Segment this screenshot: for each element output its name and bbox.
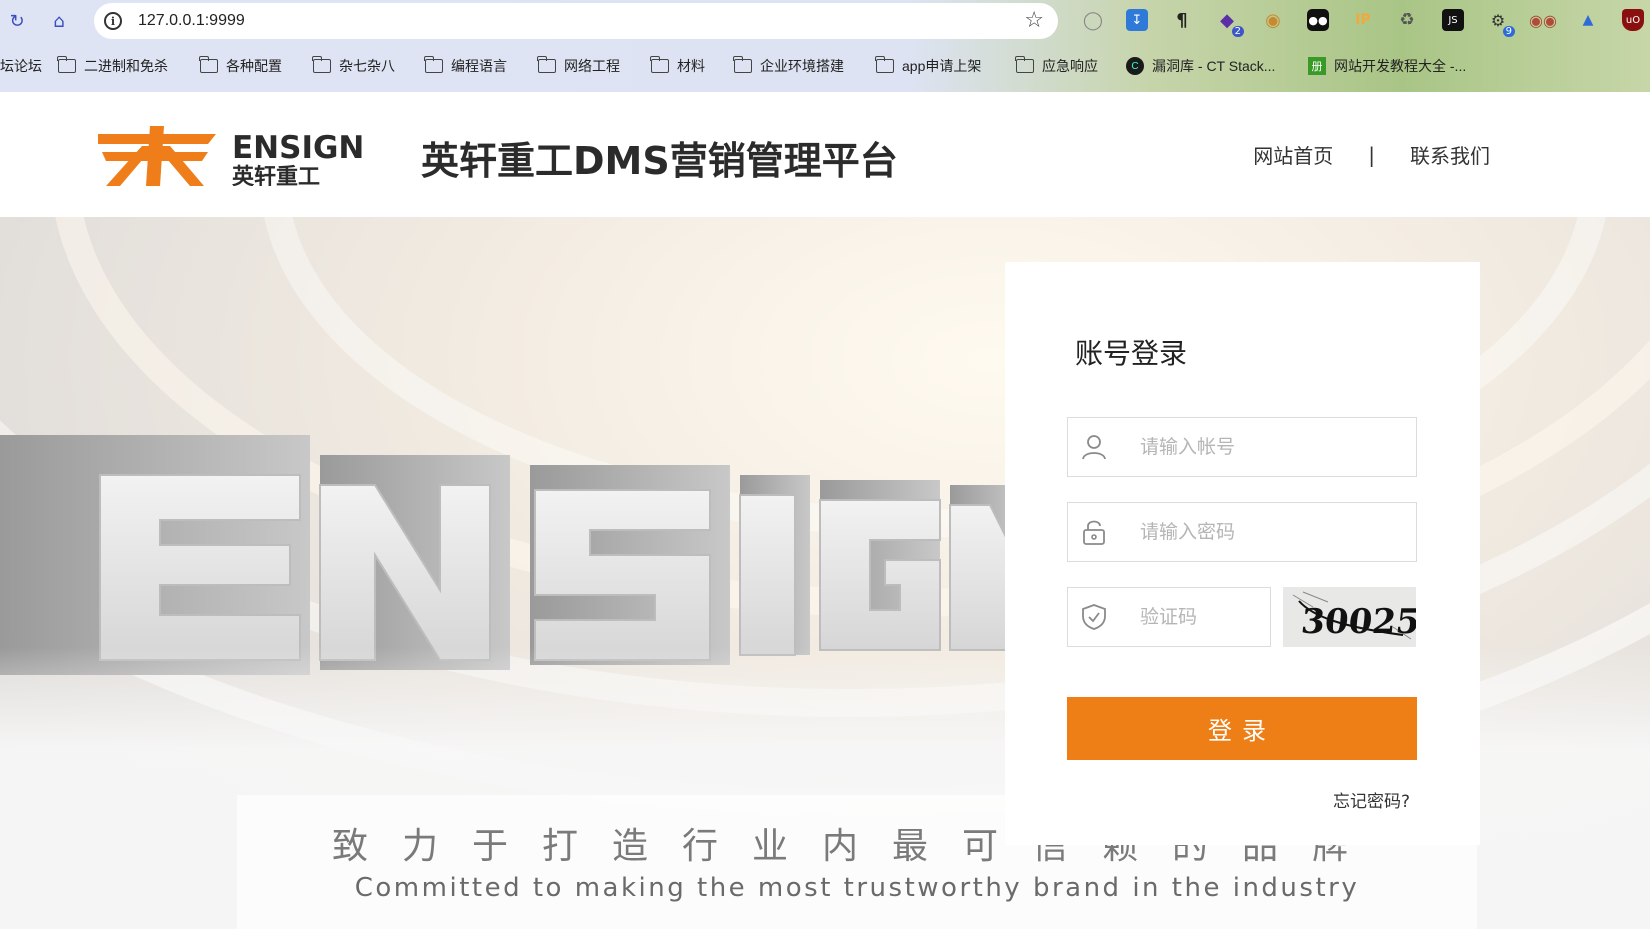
folder-icon bbox=[733, 56, 752, 73]
shield-check-icon bbox=[1082, 604, 1106, 630]
address-row: ↻ ⌂ i 127.0.0.1:9999 ☆ ◯ ↧ ¶ ◆ 2 ◉ ●● IP … bbox=[0, 0, 1650, 40]
recycle-extension-icon[interactable]: ♻ bbox=[1396, 9, 1418, 31]
folder-icon bbox=[199, 56, 218, 73]
bookmarks-bar: 坛论坛 二进制和免杀 各种配置 杂七杂八 编程语言 网络工程 材料 企业环境搭建… bbox=[0, 52, 1650, 82]
reload-icon[interactable]: ↻ bbox=[4, 8, 30, 34]
bookmark-item[interactable]: 坛论坛 bbox=[0, 56, 42, 76]
cookie-extension-icon[interactable]: ◉ bbox=[1262, 9, 1284, 31]
bookmark-label: 各种配置 bbox=[226, 58, 282, 74]
bookmark-label: 编程语言 bbox=[451, 58, 507, 74]
doc-download-extension-icon[interactable]: ↧ bbox=[1126, 9, 1148, 31]
nav-separator: | bbox=[1368, 142, 1375, 167]
spy-glasses-extension-icon[interactable]: ●● bbox=[1307, 9, 1329, 31]
bug-extension-icon[interactable]: ⚙ 9 bbox=[1487, 9, 1515, 37]
green-book-icon: 册 bbox=[1308, 57, 1326, 75]
site-header: ENSIGN 英轩重工 英轩重工DMS营销管理平台 网站首页 | 联系我们 bbox=[0, 92, 1650, 217]
folder-icon bbox=[537, 56, 556, 73]
username-input[interactable] bbox=[1140, 418, 1410, 476]
bookmark-link[interactable]: 册网站开发教程大全 -... bbox=[1308, 56, 1466, 76]
captcha-text: 30025 bbox=[1299, 602, 1416, 642]
logo-wordmark: ENSIGN bbox=[232, 130, 364, 166]
bookmark-folder[interactable]: app申请上架 bbox=[875, 56, 982, 76]
site-info-icon[interactable]: i bbox=[104, 12, 122, 30]
lock-icon bbox=[1083, 520, 1105, 545]
folder-icon bbox=[875, 56, 894, 73]
bookmark-label: 材料 bbox=[677, 58, 705, 74]
bookmark-star-icon[interactable]: ☆ bbox=[1024, 8, 1044, 33]
forgot-password-link[interactable]: 忘记密码? bbox=[1333, 787, 1410, 812]
ublock-shield-icon[interactable]: uO bbox=[1622, 9, 1644, 31]
hero-banner: 致力于打造行业内最可信赖的品牌 Committed to making the … bbox=[0, 217, 1650, 929]
captcha-graphic: 30025 bbox=[1283, 587, 1416, 647]
password-input[interactable] bbox=[1140, 503, 1410, 561]
login-card: 账号登录 请输入帐号 验证码 30025 登录 忘记密码? bbox=[1005, 262, 1480, 845]
folder-icon bbox=[424, 56, 443, 73]
extension-badge: 2 bbox=[1231, 26, 1244, 37]
bookmark-label: app申请上架 bbox=[902, 58, 982, 74]
ensign-logo[interactable]: ENSIGN 英轩重工 bbox=[98, 126, 388, 190]
nav-contact-link[interactable]: 联系我们 bbox=[1410, 140, 1490, 169]
login-button[interactable]: 登录 bbox=[1067, 697, 1417, 760]
bookmark-folder[interactable]: 编程语言 bbox=[424, 56, 507, 76]
logo-chinese-name: 英轩重工 bbox=[232, 164, 320, 186]
bookmark-label: 坛论坛 bbox=[0, 58, 42, 74]
bookmark-label: 网站开发教程大全 -... bbox=[1334, 58, 1467, 74]
extension-badge: 9 bbox=[1502, 26, 1515, 37]
captcha-image[interactable]: 30025 bbox=[1283, 587, 1416, 647]
bookmark-label: 应急响应 bbox=[1042, 58, 1098, 74]
user-icon bbox=[1082, 435, 1106, 460]
browser-toolbar: ↻ ⌂ i 127.0.0.1:9999 ☆ ◯ ↧ ¶ ◆ 2 ◉ ●● IP … bbox=[0, 0, 1650, 92]
bookmark-link[interactable]: C 漏洞库 - CT Stack... bbox=[1126, 56, 1275, 76]
captcha-field[interactable] bbox=[1067, 587, 1271, 647]
bookmark-folder[interactable]: 应急响应 bbox=[1015, 56, 1098, 76]
bookmark-label: 二进制和免杀 bbox=[84, 58, 168, 74]
captcha-input[interactable] bbox=[1140, 588, 1265, 646]
pilcrow-extension-icon[interactable]: ¶ bbox=[1171, 9, 1193, 31]
folder-icon bbox=[57, 56, 76, 73]
address-bar[interactable]: i 127.0.0.1:9999 ☆ bbox=[94, 3, 1058, 39]
js-extension-icon[interactable]: JS bbox=[1442, 9, 1464, 31]
bookmark-folder[interactable]: 网络工程 bbox=[537, 56, 620, 76]
url-text[interactable]: 127.0.0.1:9999 bbox=[138, 12, 245, 30]
folder-icon bbox=[650, 56, 669, 73]
page-title: 英轩重工DMS营销管理平台 bbox=[421, 139, 898, 183]
folder-icon bbox=[1015, 56, 1034, 73]
bookmark-folder[interactable]: 二进制和免杀 bbox=[57, 56, 168, 76]
password-field[interactable] bbox=[1067, 502, 1417, 562]
top-nav: 网站首页 | 联系我们 bbox=[1253, 140, 1490, 169]
bookmark-folder[interactable]: 杂七杂八 bbox=[312, 56, 395, 76]
bookmark-label: 网络工程 bbox=[564, 58, 620, 74]
circle-extension-icon[interactable]: ◯ bbox=[1082, 9, 1104, 31]
folder-icon bbox=[312, 56, 331, 73]
username-field[interactable] bbox=[1067, 417, 1417, 477]
nav-home-link[interactable]: 网站首页 bbox=[1253, 140, 1333, 169]
home-icon[interactable]: ⌂ bbox=[46, 8, 72, 34]
bookmark-folder[interactable]: 材料 bbox=[650, 56, 705, 76]
ip-extension-icon[interactable]: IP bbox=[1352, 9, 1374, 31]
bookmark-label: 杂七杂八 bbox=[339, 58, 395, 74]
bookmark-label: 企业环境搭建 bbox=[760, 58, 844, 74]
bookmark-label: 漏洞库 - CT Stack... bbox=[1152, 58, 1276, 74]
ct-stack-icon: C bbox=[1126, 57, 1144, 75]
ensign-3d-wordmark bbox=[0, 435, 1010, 675]
translate-extension-icon[interactable]: ▲ bbox=[1577, 9, 1599, 31]
bookmark-folder[interactable]: 各种配置 bbox=[199, 56, 282, 76]
owl-extension-icon[interactable]: ◉◉ bbox=[1529, 9, 1557, 31]
graduation-cap-extension-icon[interactable]: ◆ 2 bbox=[1216, 9, 1244, 37]
ensign-logo-mark-icon: ENSIGN 英轩重工 bbox=[98, 126, 364, 190]
bookmark-folder[interactable]: 企业环境搭建 bbox=[733, 56, 844, 76]
login-title: 账号登录 bbox=[1075, 337, 1188, 370]
slogan-english: Committed to making the most trustworthy… bbox=[354, 873, 1360, 903]
